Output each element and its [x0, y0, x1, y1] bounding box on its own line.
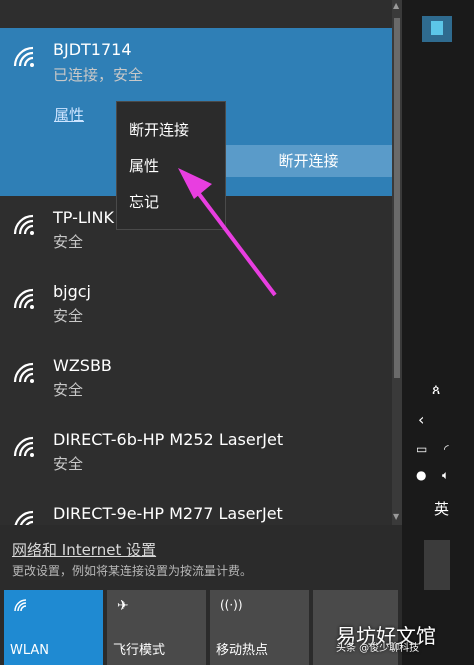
wifi-signal-icon — [14, 510, 34, 525]
wifi-network-list: BJDT1714 已连接，安全 属性 断开连接 TP-LINK 安全 bjgcj — [0, 0, 392, 525]
taskbar-app-icon[interactable] — [422, 16, 452, 42]
battery-icon[interactable]: ▭ — [416, 442, 427, 456]
mobile-hotspot-tile[interactable]: ((·)) 移动热点 — [210, 590, 309, 665]
scroll-thumb[interactable] — [394, 18, 400, 378]
properties-link[interactable]: 属性 — [54, 104, 84, 125]
airplane-icon: ✈ — [117, 598, 129, 614]
scrollbar[interactable]: ▲ ▼ — [392, 0, 402, 525]
network-flyout: BJDT1714 已连接，安全 属性 断开连接 TP-LINK 安全 bjgcj — [0, 0, 402, 665]
volume-icon[interactable]: 🔈︎ — [442, 468, 449, 483]
wifi-signal-icon — [13, 436, 34, 457]
wifi-signal-icon — [13, 46, 34, 67]
menu-item-properties[interactable]: 属性 — [129, 155, 159, 176]
disconnect-button[interactable]: 断开连接 — [225, 145, 392, 177]
network-settings-link[interactable]: 网络和 Internet 设置 — [12, 539, 156, 560]
network-name: DIRECT-9e-HP M277 LaserJet — [53, 504, 283, 523]
wifi-signal-icon — [13, 288, 34, 309]
wifi-icon — [14, 599, 27, 612]
network-status: 安全 — [53, 307, 84, 325]
blurred-element — [424, 540, 450, 590]
menu-item-disconnect[interactable]: 断开连接 — [129, 119, 189, 140]
tile-label: 移动热点 — [216, 643, 269, 658]
network-item[interactable]: DIRECT-9e-HP M277 LaserJet — [0, 496, 392, 525]
wifi-signal-icon — [13, 214, 34, 235]
people-icon[interactable]: ጰ — [432, 382, 440, 398]
watermark-sub: 头条 @俊少聊科技 — [336, 643, 420, 654]
wlan-tile[interactable]: WLAN — [4, 590, 103, 665]
network-item[interactable]: bjgcj 安全 — [0, 274, 392, 346]
network-name: DIRECT-6b-HP M252 LaserJet — [53, 430, 284, 449]
network-status: 安全 — [53, 455, 84, 473]
qq-icon[interactable]: ● — [416, 468, 426, 482]
network-name: WZSBB — [53, 356, 112, 375]
chevron-left-icon[interactable]: ‹ — [418, 410, 424, 429]
ime-indicator[interactable]: 英 — [434, 498, 449, 519]
settings-description: 更改设置，例如将某连接设置为按流量计费。 — [12, 564, 253, 578]
network-status: 安全 — [53, 381, 84, 399]
network-status: 已连接，安全 — [53, 66, 144, 84]
wifi-tray-icon[interactable]: ◜ — [444, 442, 449, 456]
wifi-signal-icon — [13, 362, 34, 383]
scroll-up-icon[interactable]: ▲ — [393, 2, 401, 10]
settings-area: 网络和 Internet 设置 更改设置，例如将某连接设置为按流量计费。 — [0, 527, 402, 587]
scroll-down-icon[interactable]: ▼ — [393, 513, 401, 521]
network-item[interactable]: DIRECT-6b-HP M252 LaserJet 安全 — [0, 422, 392, 494]
network-name: bjgcj — [53, 282, 91, 301]
network-item[interactable]: WZSBB 安全 — [0, 348, 392, 420]
airplane-mode-tile[interactable]: ✈ 飞行模式 — [107, 590, 206, 665]
network-status: 安全 — [53, 233, 84, 251]
desktop-area: ጰ ‹ ▭ ◜ ● 🔈︎ 英 — [402, 0, 474, 665]
tile-label: 飞行模式 — [113, 643, 166, 658]
tile-label: WLAN — [10, 643, 50, 658]
menu-item-forget[interactable]: 忘记 — [129, 191, 159, 212]
context-menu: 断开连接 属性 忘记 — [116, 101, 226, 230]
network-name: TP-LINK — [53, 208, 114, 227]
hotspot-icon: ((·)) — [220, 598, 243, 612]
network-name: BJDT1714 — [53, 40, 132, 59]
